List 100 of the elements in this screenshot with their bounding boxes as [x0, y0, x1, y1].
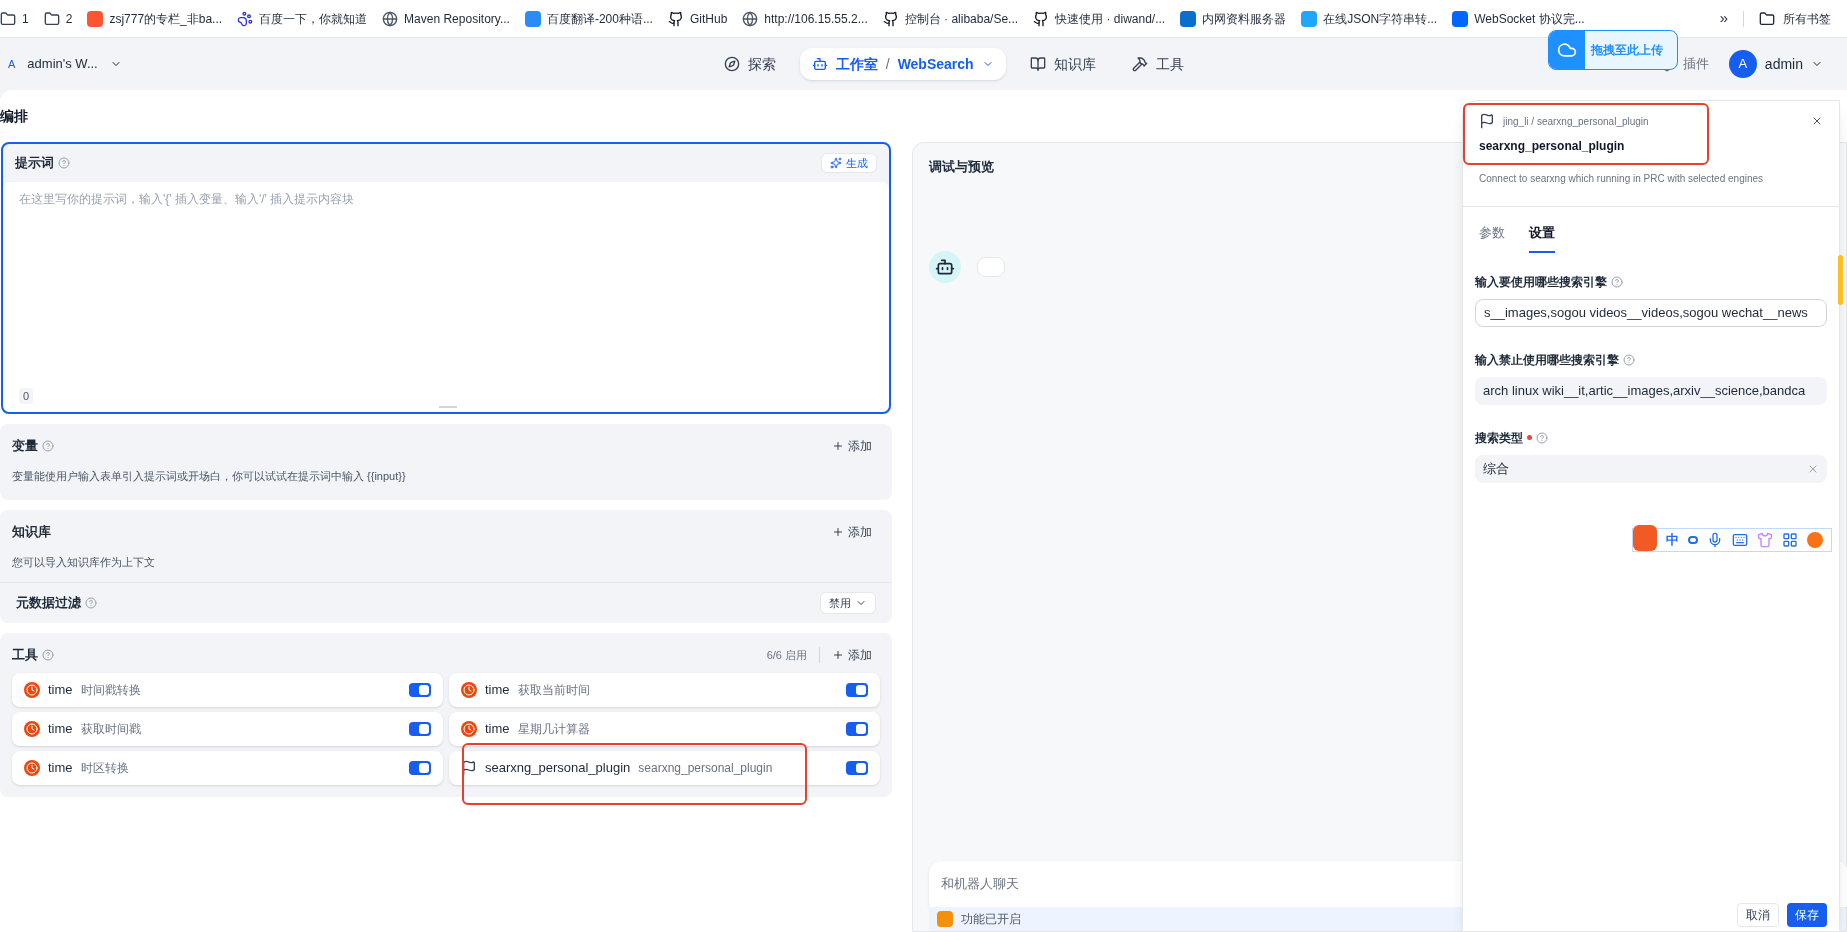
tool-item[interactable]: time 星期几计算器 [449, 712, 880, 746]
bookmark-item[interactable]: 在线JSON字符串转... [1301, 9, 1438, 28]
toggle-switch[interactable] [846, 722, 868, 736]
bot-avatar [929, 251, 961, 283]
field-label: 搜索类型 [1475, 429, 1523, 447]
bookmark-item[interactable]: 内网资料服务器 [1180, 9, 1287, 28]
bookmark-item[interactable]: 百度翻译-200种语... [524, 9, 653, 28]
help-icon [1611, 275, 1623, 288]
help-icon [1536, 431, 1548, 444]
select-field[interactable]: 综合 [1475, 454, 1827, 483]
folder-icon [1759, 10, 1775, 27]
ime-toolbar[interactable]: 中 [1632, 528, 1832, 552]
nav-tab[interactable]: 探索 [711, 48, 788, 80]
user-menu[interactable]: A admin [1728, 50, 1823, 78]
breadcrumb: jing_li / searxng_personal_plugin [1503, 114, 1649, 129]
drawer-tab[interactable]: 设置 [1529, 223, 1555, 253]
tool-provider: time [48, 759, 73, 778]
card-description: 变量能使用户输入表单引入提示词或开场白，你可以试试在提示词中输入 {{input}} [12, 468, 407, 484]
text-field[interactable]: arch linux wiki__it,artic__images,arxiv__science,bandca [1475, 376, 1827, 405]
toggle-switch[interactable] [846, 761, 868, 775]
resize-handle[interactable] [439, 406, 457, 408]
add-button[interactable]: 添加 [824, 646, 880, 664]
bookmark-item[interactable]: 百度一下，你就知道 [237, 9, 368, 28]
field-label: 输入要使用哪些搜索引擎 [1475, 273, 1607, 291]
save-button[interactable]: 保存 [1787, 903, 1827, 927]
card-title: 工具 [12, 646, 38, 665]
cloud-icon [1557, 40, 1577, 60]
folder-icon [0, 10, 16, 27]
help-icon [1623, 353, 1635, 366]
book-icon [1029, 56, 1046, 72]
tool-provider: time [48, 720, 73, 739]
bookmark-item[interactable]: zsj777的专栏_非ba... [87, 9, 223, 28]
bookmark-item[interactable]: 2 [43, 9, 73, 28]
close-icon[interactable] [1811, 115, 1823, 127]
microphone-icon[interactable] [1707, 532, 1723, 548]
site-icon [1180, 10, 1197, 27]
robot-icon [811, 56, 828, 72]
globe-icon [742, 10, 759, 27]
tool-name: 时间戳转换 [80, 682, 141, 699]
add-button[interactable]: 添加 [832, 522, 880, 541]
toggle-switch[interactable] [409, 761, 431, 775]
metadata-filter-label: 元数据过滤 [16, 594, 81, 613]
char-count: 0 [19, 387, 34, 404]
workspace-switcher[interactable]: A admin's W... [8, 54, 122, 74]
tool-item[interactable]: time 获取当前时间 [449, 673, 880, 707]
flag-icon [1479, 113, 1495, 129]
compass-icon [723, 56, 740, 72]
card-title: 变量 [12, 437, 38, 455]
hammer-icon [1131, 56, 1148, 72]
add-button[interactable]: 添加 [832, 436, 880, 455]
drawer-scrollbar [1838, 255, 1843, 305]
bookmark-item[interactable]: http://106.15.55.2... [742, 9, 868, 28]
site-icon [87, 10, 104, 27]
help-icon [58, 157, 70, 169]
toggle-switch[interactable] [409, 722, 431, 736]
filter-dropdown[interactable]: 禁用 [820, 592, 876, 614]
github-icon [667, 10, 684, 27]
tool-provider: time [485, 720, 510, 739]
bookmark-item[interactable]: 快速使用 · diwand/... [1033, 9, 1166, 28]
clock-icon [24, 682, 40, 698]
prompt-placeholder: 在这里写你的提示词，输入'{' 插入变量、输入'/' 插入提示内容块 [19, 191, 356, 208]
cancel-button[interactable]: 取消 [1737, 903, 1779, 927]
tool-item[interactable]: time 获取时间戳 [12, 712, 443, 746]
nav-tab[interactable]: 工具 [1119, 48, 1196, 80]
help-icon [42, 439, 54, 452]
grid-icon[interactable] [1782, 532, 1798, 548]
bookmark-item[interactable]: 控制台 · alibaba/Se... [882, 9, 1019, 28]
site-icon [524, 10, 541, 27]
nav-tab[interactable]: 知识库 [1017, 48, 1108, 80]
tool-item[interactable]: time 时区转换 [12, 751, 443, 785]
keyboard-icon[interactable] [1732, 532, 1748, 548]
bookmarks-overflow[interactable]: » [1719, 7, 1728, 30]
toggle-switch[interactable] [846, 683, 868, 697]
plus-icon [832, 649, 844, 661]
clock-icon [461, 721, 477, 737]
tool-name: searxng_personal_plugin [638, 760, 773, 777]
text-field[interactable]: s__images,sogou videos__videos,sogou wechat__news [1475, 298, 1827, 327]
input-mode[interactable]: 中 [1666, 530, 1679, 550]
nav-tab[interactable]: 工作室 / WebSearch [799, 48, 1006, 80]
github-icon [882, 10, 899, 27]
generate-button[interactable]: 生成 [821, 153, 877, 173]
tool-item[interactable]: searxng_personal_plugin searxng_personal_plugin [449, 751, 880, 785]
shirt-icon[interactable] [1757, 532, 1773, 548]
tool-name: 时区转换 [80, 760, 129, 777]
bookmark-item[interactable]: GitHub [667, 9, 728, 28]
site-icon [1452, 10, 1469, 27]
drawer-tab[interactable]: 参数 [1479, 223, 1505, 253]
prompt-editor[interactable]: 提示词 生成 在这里写你的提示词，输入'{' 插入变量、输入'/' 插入提示内容块 0 [1, 142, 891, 414]
bookmark-item[interactable]: WebSocket 协议完... [1452, 9, 1585, 28]
feature-status: 功能已开启 [961, 911, 1021, 928]
section-title: 编排 [0, 106, 29, 126]
tool-item[interactable]: time 时间戳转换 [12, 673, 443, 707]
toggle-switch[interactable] [409, 683, 431, 697]
folder-icon [43, 10, 60, 27]
bookmark-item[interactable]: Maven Repository... [382, 9, 510, 28]
all-bookmarks[interactable]: 所有书签 [1759, 9, 1847, 28]
tool-provider: time [485, 681, 510, 700]
globe-icon [382, 10, 399, 27]
punctuation-icon[interactable] [1688, 536, 1698, 544]
bookmark-item[interactable]: 1 [0, 9, 29, 28]
